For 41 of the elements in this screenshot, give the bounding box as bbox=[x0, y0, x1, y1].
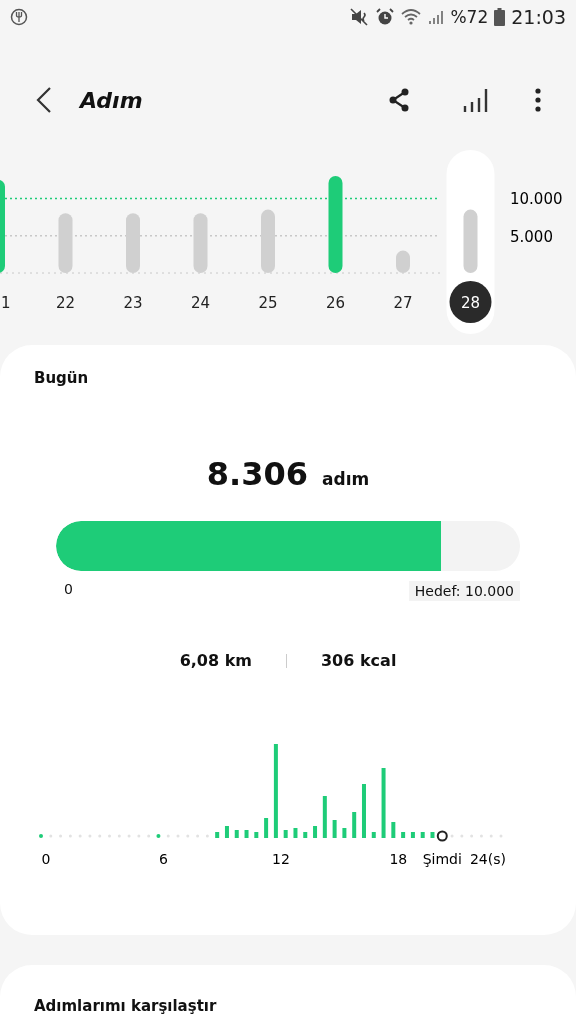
day-label[interactable]: 24 bbox=[190, 294, 211, 312]
axis-tick-label: 10.000 bbox=[510, 190, 563, 209]
day-label[interactable]: 22 bbox=[55, 294, 76, 312]
step-unit: adım bbox=[322, 469, 370, 489]
wifi-icon bbox=[400, 8, 423, 26]
calories-value: 306 kcal bbox=[321, 651, 397, 670]
hour-axis-label: 24(s) bbox=[469, 851, 506, 867]
fork-icon bbox=[10, 8, 28, 26]
screen-title: Adım bbox=[80, 87, 144, 113]
hour-axis-label: 0 bbox=[41, 851, 51, 867]
axis-tick-label: 5.000 bbox=[510, 227, 553, 246]
step-count: 8.306 bbox=[206, 455, 308, 493]
alarm-icon bbox=[376, 8, 395, 26]
progress-min-label: 0 bbox=[64, 581, 73, 599]
hour-axis-label: 6 bbox=[159, 851, 168, 867]
battery-percent: %72 bbox=[450, 7, 489, 27]
x-tick-label: 28 bbox=[460, 294, 481, 312]
day-label[interactable]: 26 bbox=[325, 294, 346, 312]
step-bar[interactable] bbox=[193, 213, 208, 273]
signal-icon bbox=[428, 8, 445, 26]
card-title: Adımlarımı karşılaştır bbox=[34, 997, 218, 1015]
day-label[interactable]: 23 bbox=[123, 294, 143, 312]
more-options-icon bbox=[534, 87, 542, 113]
selected-day-label[interactable]: 28 bbox=[449, 281, 492, 323]
distance-value: 6,08 km bbox=[179, 651, 252, 670]
step-bar[interactable] bbox=[261, 209, 275, 273]
day-label[interactable]: 27 bbox=[393, 294, 413, 312]
hour-axis-label: Şimdi bbox=[422, 851, 462, 867]
clock-time: 21:03 bbox=[511, 6, 566, 28]
step-bar[interactable] bbox=[58, 213, 73, 273]
hour-axis-label: 12 bbox=[272, 851, 290, 867]
battery-icon bbox=[494, 8, 506, 26]
card-title: Bugün bbox=[34, 369, 90, 387]
day-label[interactable]: 25 bbox=[258, 294, 278, 312]
day-label[interactable]: 1 bbox=[1, 294, 11, 312]
step-bar[interactable] bbox=[126, 213, 140, 273]
step-bar[interactable] bbox=[396, 250, 410, 273]
step-bar[interactable] bbox=[0, 179, 5, 273]
goal-label: Hedef: 10.000 bbox=[408, 581, 520, 601]
step-bar[interactable] bbox=[328, 176, 343, 273]
hour-axis-label: 18 bbox=[389, 851, 408, 867]
